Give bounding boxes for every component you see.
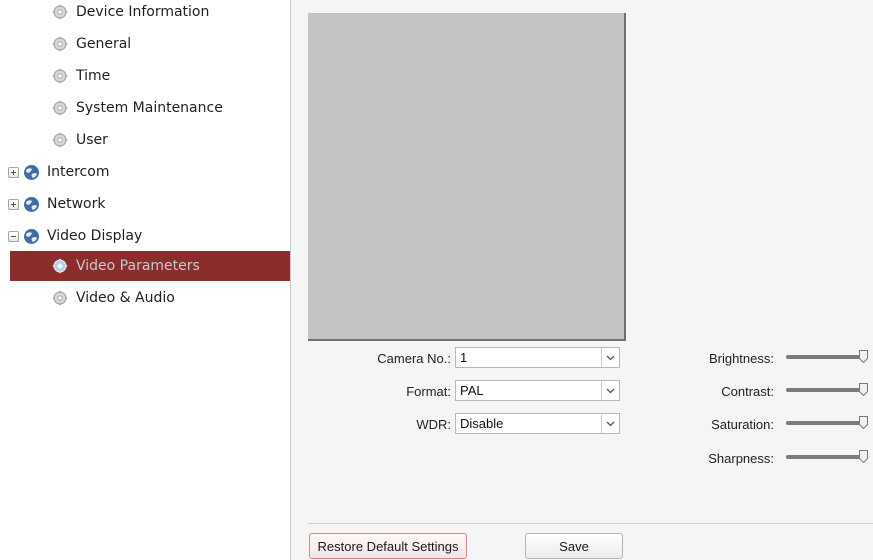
sidebar-item-label: Video & Audio xyxy=(76,290,175,306)
sidebar-item-label: System Maintenance xyxy=(76,100,223,116)
gear-icon xyxy=(52,100,68,116)
gear-icon xyxy=(52,36,68,52)
sidebar-item-label: Device Information xyxy=(76,4,210,20)
camera-no-label: Camera No.: xyxy=(377,351,451,366)
chevron-down-icon[interactable] xyxy=(601,381,619,400)
sidebar-group-label: Intercom xyxy=(47,164,110,180)
slider-track xyxy=(786,455,864,459)
sidebar-group-intercom[interactable]: Intercom xyxy=(0,157,290,187)
sidebar-item-system-maintenance[interactable]: System Maintenance xyxy=(0,93,290,123)
sharpness-slider[interactable] xyxy=(786,450,868,464)
brightness-label: Brightness: xyxy=(708,351,774,366)
format-value: PAL xyxy=(460,383,484,398)
slider-thumb[interactable] xyxy=(859,416,868,429)
slider-track xyxy=(786,355,864,359)
gear-icon xyxy=(52,132,68,148)
sidebar-item-label: General xyxy=(76,36,132,52)
slider-track xyxy=(786,421,864,425)
collapse-minus-icon[interactable] xyxy=(8,230,19,242)
sharpness-label: Sharpness: xyxy=(708,451,774,466)
sidebar-item-video-audio[interactable]: Video & Audio xyxy=(0,283,290,313)
sidebar-group-video-display[interactable]: Video Display xyxy=(0,221,290,251)
expand-plus-icon[interactable] xyxy=(8,166,19,178)
globe-icon xyxy=(24,228,39,244)
wdr-label: WDR: xyxy=(416,417,451,432)
save-button[interactable]: Save xyxy=(525,533,623,559)
slider-thumb[interactable] xyxy=(859,383,868,396)
saturation-slider[interactable] xyxy=(786,416,868,430)
slider-thumb[interactable] xyxy=(859,450,868,463)
sidebar-group-label: Video Display xyxy=(47,228,143,244)
gear-icon xyxy=(52,68,68,84)
contrast-slider[interactable] xyxy=(786,383,868,397)
footer-divider xyxy=(308,523,873,524)
sidebar-item-device-information[interactable]: Device Information xyxy=(0,0,290,27)
chevron-down-icon[interactable] xyxy=(601,348,619,367)
brightness-slider[interactable] xyxy=(786,350,868,364)
sidebar-group-label: Network xyxy=(47,196,106,212)
restore-default-settings-button[interactable]: Restore Default Settings xyxy=(309,533,467,559)
gear-icon xyxy=(52,290,68,306)
chevron-down-icon[interactable] xyxy=(601,414,619,433)
sidebar-item-label: Video Parameters xyxy=(76,258,200,274)
sidebar-item-general[interactable]: General xyxy=(0,29,290,59)
contrast-label: Contrast: xyxy=(721,384,774,399)
sidebar-item-video-parameters[interactable]: Video Parameters xyxy=(10,251,290,281)
gear-icon xyxy=(52,258,68,274)
sidebar-item-label: Time xyxy=(76,68,111,84)
slider-track xyxy=(786,388,864,392)
globe-icon xyxy=(24,196,39,212)
saturation-label: Saturation: xyxy=(711,417,774,432)
expand-plus-icon[interactable] xyxy=(8,198,19,210)
wdr-select[interactable]: Disable xyxy=(455,413,620,434)
sidebar-group-network[interactable]: Network xyxy=(0,189,290,219)
sidebar-item-label: User xyxy=(76,132,108,148)
wdr-value: Disable xyxy=(460,416,504,431)
format-select[interactable]: PAL xyxy=(455,380,620,401)
main-panel: Camera No.: 1 Format: PAL WDR: Disable B… xyxy=(291,0,873,560)
gear-icon xyxy=(52,4,68,20)
sidebar-item-user[interactable]: User xyxy=(0,125,290,155)
camera-no-select[interactable]: 1 xyxy=(455,347,620,368)
camera-no-value: 1 xyxy=(460,350,468,365)
globe-icon xyxy=(24,164,39,180)
format-label: Format: xyxy=(406,384,451,399)
video-preview xyxy=(308,13,626,341)
slider-thumb[interactable] xyxy=(859,350,868,363)
sidebar-item-time[interactable]: Time xyxy=(0,61,290,91)
sidebar: Device Information General Time System M… xyxy=(0,0,291,560)
